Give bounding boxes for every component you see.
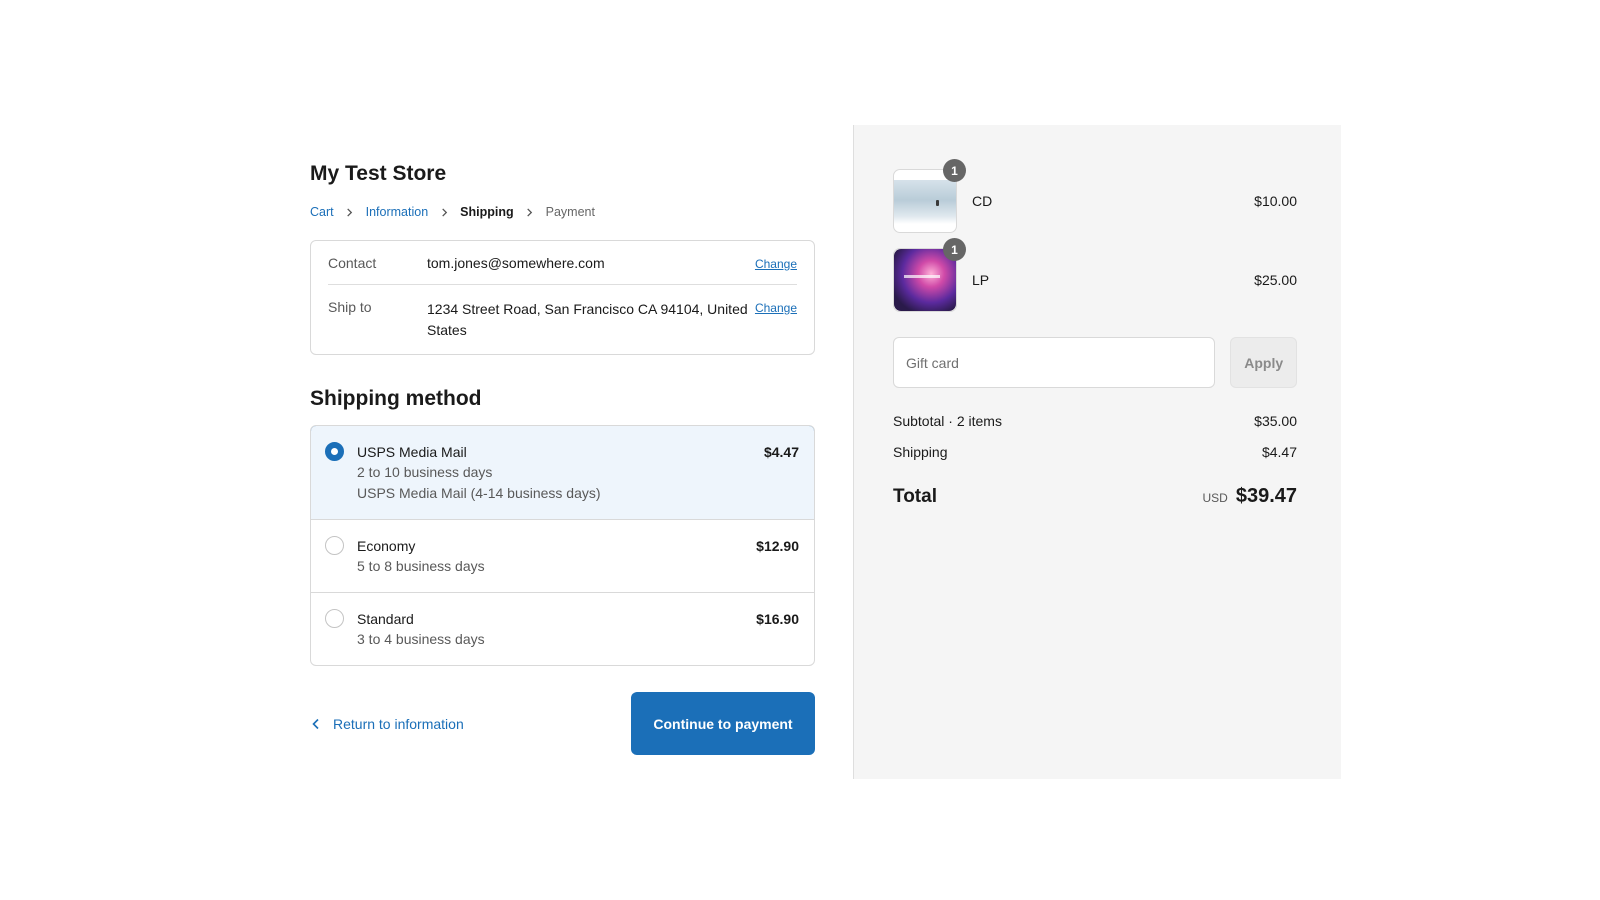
total-row: Total USD $39.47 bbox=[893, 485, 1297, 508]
shipping-option-name: Standard bbox=[357, 611, 414, 627]
product-thumbnail: 1 bbox=[893, 159, 966, 233]
chevron-right-icon bbox=[343, 205, 357, 219]
product-name: CD bbox=[972, 193, 993, 209]
total-amount-group: USD $39.47 bbox=[1202, 485, 1297, 508]
shipping-option-duration: 3 to 4 business days bbox=[357, 631, 485, 647]
total-label: Total bbox=[893, 486, 937, 507]
return-to-information-link[interactable]: Return to information bbox=[310, 716, 464, 732]
breadcrumb-cart[interactable]: Cart bbox=[310, 205, 334, 219]
product-thumbnail: 1 bbox=[893, 238, 966, 312]
step-actions: Return to information Continue to paymen… bbox=[310, 692, 815, 755]
shipping-option-duration: 2 to 10 business days bbox=[357, 464, 493, 480]
order-summary: 1 CD $10.00 1 LP $25.00 Apply Subtotal ·… bbox=[853, 125, 1341, 779]
shipping-option-name: Economy bbox=[357, 538, 416, 554]
breadcrumb: Cart Information Shipping Payment bbox=[310, 205, 815, 219]
shipping-method-title: Shipping method bbox=[310, 387, 482, 410]
return-label: Return to information bbox=[333, 715, 464, 732]
shipping-option-economy[interactable]: Economy 5 to 8 business days $12.90 bbox=[311, 519, 814, 592]
product-price: $25.00 bbox=[1254, 272, 1297, 288]
chevron-right-icon bbox=[523, 205, 537, 219]
ship-to-label: Ship to bbox=[328, 299, 372, 315]
checkout-main: My Test Store Cart Information Shipping … bbox=[310, 125, 815, 755]
shipping-value: $4.47 bbox=[1261, 444, 1297, 460]
radio-unselected[interactable] bbox=[325, 609, 344, 628]
change-address-link[interactable]: Change bbox=[755, 301, 797, 315]
shipping-method-list: USPS Media Mail 2 to 10 business days US… bbox=[310, 425, 815, 666]
shipping-label: Shipping bbox=[893, 444, 948, 460]
ship-to-value: 1234 Street Road, San Francisco CA 94104… bbox=[427, 301, 748, 338]
product-name: LP bbox=[972, 272, 990, 288]
shipping-option-standard[interactable]: Standard 3 to 4 business days $16.90 bbox=[311, 592, 814, 665]
store-title: My Test Store bbox=[310, 162, 447, 185]
breadcrumb-payment: Payment bbox=[545, 205, 595, 219]
line-item: 1 CD $10.00 bbox=[893, 159, 1297, 233]
shipping-option-price: $12.90 bbox=[756, 538, 799, 554]
gift-card-input[interactable] bbox=[893, 337, 1216, 388]
breadcrumb-information[interactable]: Information bbox=[366, 205, 429, 219]
shipping-option-price: $16.90 bbox=[756, 611, 799, 627]
chevron-left-icon bbox=[312, 718, 319, 729]
subtotal-label: Subtotal · 2 items bbox=[893, 413, 1002, 429]
shipping-option-details: USPS Media Mail 2 to 10 business days US… bbox=[357, 442, 764, 504]
change-contact-link[interactable]: Change bbox=[755, 257, 797, 271]
shipping-option-usps-media-mail[interactable]: USPS Media Mail 2 to 10 business days US… bbox=[311, 426, 814, 520]
continue-to-payment-button[interactable]: Continue to payment bbox=[631, 692, 815, 755]
subtotal-row: Subtotal · 2 items $35.00 bbox=[893, 413, 1297, 429]
shipping-option-duration: 5 to 8 business days bbox=[357, 558, 485, 574]
quantity-badge: 1 bbox=[943, 159, 966, 182]
contact-value: tom.jones@somewhere.com bbox=[427, 255, 605, 271]
shipping-option-description: USPS Media Mail (4-14 business days) bbox=[357, 485, 601, 501]
chevron-right-icon bbox=[437, 205, 451, 219]
radio-unselected[interactable] bbox=[325, 536, 344, 555]
product-price: $10.00 bbox=[1254, 193, 1297, 209]
subtotal-value: $35.00 bbox=[1254, 413, 1297, 429]
currency-code: USD bbox=[1202, 491, 1228, 505]
shipping-row: Shipping $4.47 bbox=[893, 444, 1297, 460]
review-block: Contact tom.jones@somewhere.com Change S… bbox=[310, 240, 815, 355]
review-contact-row: Contact tom.jones@somewhere.com Change bbox=[328, 241, 797, 284]
breadcrumb-shipping: Shipping bbox=[460, 205, 514, 219]
gift-card-form: Apply bbox=[893, 337, 1297, 388]
radio-selected[interactable] bbox=[325, 442, 344, 461]
contact-label: Contact bbox=[328, 255, 377, 271]
line-item: 1 LP $25.00 bbox=[893, 238, 1297, 312]
shipping-option-details: Standard 3 to 4 business days bbox=[357, 609, 756, 650]
shipping-option-name: USPS Media Mail bbox=[357, 444, 467, 460]
shipping-option-details: Economy 5 to 8 business days bbox=[357, 536, 756, 577]
quantity-badge: 1 bbox=[943, 238, 966, 261]
total-amount: $39.47 bbox=[1235, 485, 1297, 507]
apply-button[interactable]: Apply bbox=[1230, 337, 1297, 388]
review-ship-row: Ship to 1234 Street Road, San Francisco … bbox=[328, 284, 797, 354]
shipping-option-price: $4.47 bbox=[763, 444, 799, 460]
